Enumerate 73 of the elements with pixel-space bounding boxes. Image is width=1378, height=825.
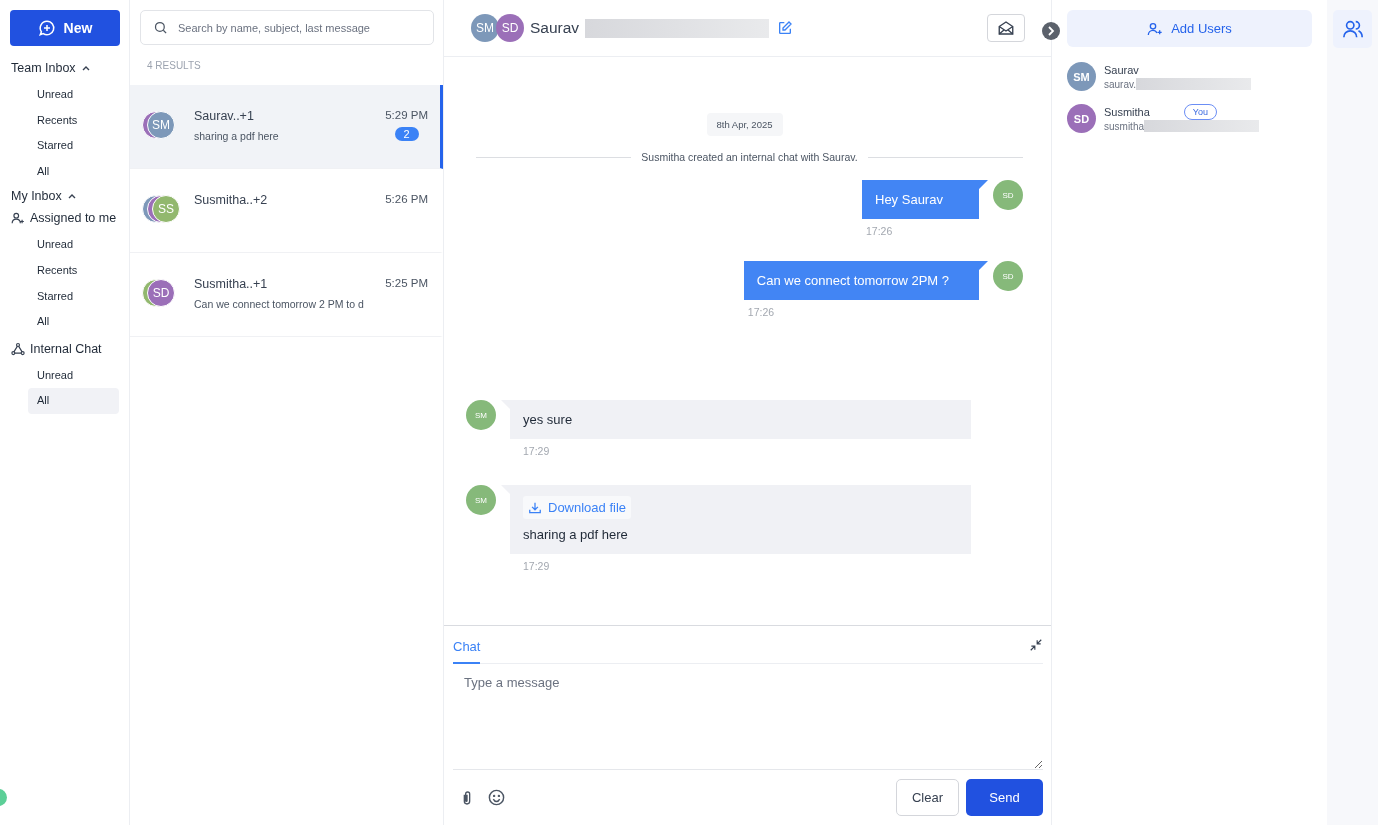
conversation-time: 5:29 PM: [385, 109, 428, 121]
avatar: SM: [466, 485, 496, 515]
results-count: 4 RESULTS: [146, 59, 202, 73]
avatar: SD: [993, 261, 1023, 291]
nav-section-label[interactable]: Internal Chat: [30, 341, 102, 356]
conversation-item[interactable]: SM Saurav..+1 sharing a pdf here 5:29 PM 2: [130, 85, 443, 169]
add-users-button[interactable]: Add Users: [1067, 10, 1312, 47]
conversation-preview: Can we connect tomorrow 2 PM to d: [194, 298, 365, 310]
system-message: Susmitha created an internal chat with Saurav.: [640, 151, 859, 163]
new-button[interactable]: New: [10, 10, 120, 46]
user-plus-icon: [11, 211, 25, 226]
search-field[interactable]: Search by name, subject, last message: [140, 10, 434, 45]
user-plus-icon: [1147, 20, 1164, 37]
conversation-name: Susmitha..+2: [194, 193, 269, 207]
users-button[interactable]: [1333, 10, 1372, 48]
avatar: SD: [147, 279, 175, 307]
send-button[interactable]: Send: [966, 779, 1043, 816]
nav-item[interactable]: Starred: [28, 283, 119, 310]
conversation-preview: sharing a pdf here: [194, 130, 280, 142]
envelope-icon: [997, 19, 1015, 37]
participant-name: Susmitha: [1104, 106, 1150, 118]
message-bubble: Can we connect tomorrow 2PM ?: [743, 261, 988, 300]
nav-section-label[interactable]: Assigned to me: [30, 211, 117, 226]
download-icon: [528, 500, 542, 515]
message-text: yes sure: [523, 412, 573, 427]
message-time: 17:29: [523, 445, 551, 457]
date-chip: 8th Apr, 2025: [706, 113, 783, 136]
nav-section-label[interactable]: My Inbox: [11, 189, 62, 204]
avatar: SS: [152, 195, 180, 223]
edit-icon[interactable]: [777, 20, 794, 36]
nav-item[interactable]: Unread: [28, 362, 119, 389]
conversation-name: Susmitha..+1: [194, 277, 269, 291]
collapse-icon[interactable]: [1029, 637, 1043, 652]
chat-plus-icon: [37, 19, 56, 37]
participant-email: saurav.: [1104, 78, 1137, 90]
conversation-time: 5:26 PM: [385, 193, 428, 205]
avatar: SD: [496, 14, 524, 42]
conversation-time: 5:25 PM: [385, 277, 428, 289]
chevron-right-icon[interactable]: [1042, 22, 1060, 40]
participant-email: susmitha: [1104, 120, 1144, 132]
nav-item[interactable]: Unread: [28, 82, 119, 108]
nav-item[interactable]: All: [28, 388, 119, 414]
chat-title: Saurav: [530, 19, 580, 37]
nav-item[interactable]: All: [28, 158, 119, 185]
nav-item[interactable]: Recents: [28, 107, 119, 134]
clear-button[interactable]: Clear: [896, 779, 959, 816]
envelope-button[interactable]: [987, 14, 1025, 42]
download-link[interactable]: Download file: [523, 496, 632, 519]
users-icon: [1341, 18, 1364, 40]
message-time: 17:26: [866, 225, 894, 237]
message-time: 17:26: [747, 306, 776, 318]
message-time: 17:29: [523, 560, 551, 572]
network-icon: [11, 341, 25, 356]
nav-item[interactable]: Unread: [28, 232, 119, 258]
nav-item[interactable]: All: [28, 309, 119, 335]
emoji-icon[interactable]: [487, 788, 506, 807]
avatar: SM: [466, 400, 496, 430]
conversation-item[interactable]: SS Susmitha..+2 5:26 PM: [130, 169, 443, 253]
nav-item[interactable]: Starred: [28, 133, 119, 159]
avatar: SM: [147, 111, 175, 139]
message-bubble: Hey Saurav: [862, 180, 988, 219]
nav-item[interactable]: Recents: [28, 257, 119, 284]
message-text: sharing a pdf here: [523, 527, 628, 542]
conversation-name: Saurav..+1: [194, 109, 255, 123]
participant-name: Saurav: [1104, 64, 1139, 76]
avatar: SM: [471, 14, 499, 42]
avatar: SD: [1067, 104, 1096, 133]
search-icon: [153, 20, 168, 35]
avatar: SM: [1067, 62, 1096, 91]
avatar: SD: [993, 180, 1023, 210]
conversation-item[interactable]: SD Susmitha..+1 Can we connect tomorrow 2 PM to d 5:25 PM: [130, 253, 443, 337]
unread-count: 2: [394, 127, 419, 141]
nav-section-label[interactable]: Team Inbox: [11, 61, 76, 75]
